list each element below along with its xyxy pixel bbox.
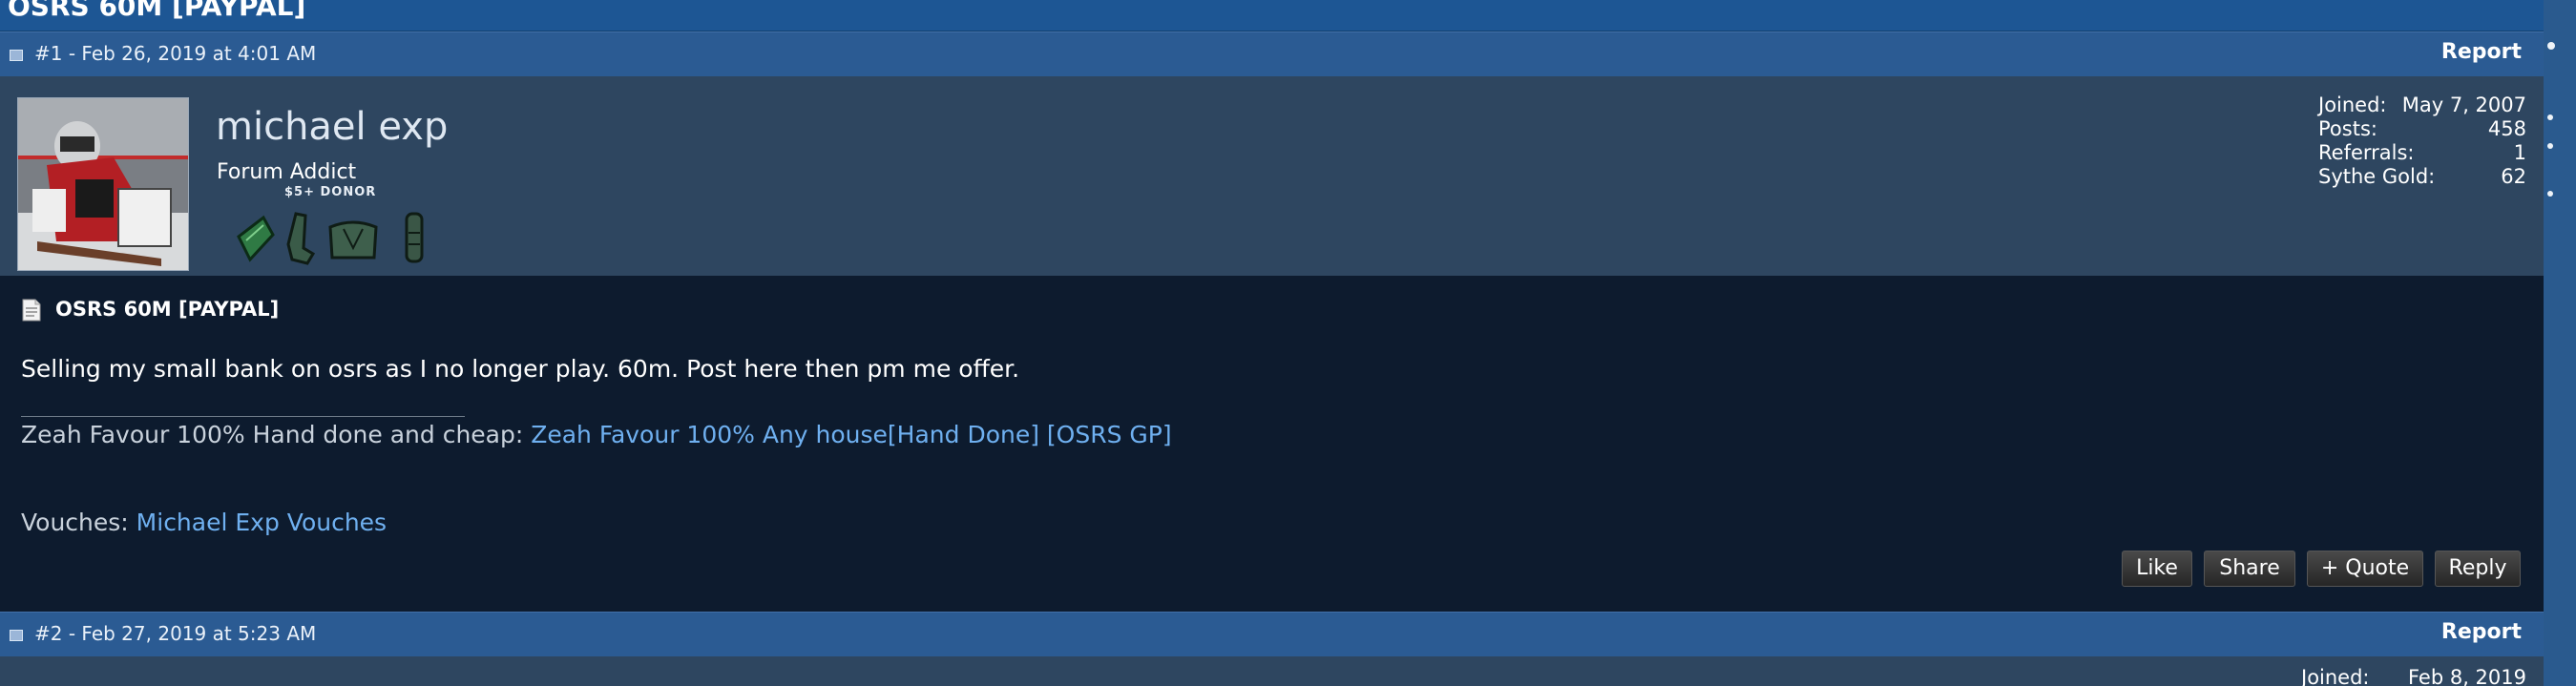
signature-link-zeah-favour[interactable]: Zeah Favour 100% Any house[Hand Done] [O… [531,421,1171,448]
stat-joined: Joined: Feb 8, 2019 [2301,666,2526,686]
stat-joined: Joined: May 7, 2007 [2318,94,2526,116]
user-info-panel: michael exp Forum Addict $5+ DONOR Joine… [0,76,2544,276]
signature-divider [21,416,465,417]
like-button[interactable]: Like [2122,551,2192,587]
user-stats: Joined: Feb 8, 2019 [2301,666,2526,686]
scroll-marker [2547,191,2553,197]
username[interactable]: michael exp [216,105,448,149]
post-actions: Like Share + Quote Reply [2122,551,2521,589]
report-link[interactable]: Report [2441,40,2522,64]
signature-line-1: Zeah Favour 100% Hand done and cheap: Ze… [21,421,1172,448]
thread-title-bar: OSRS 60M [PAYPAL] [0,0,2544,31]
thread-view: OSRS 60M [PAYPAL] #1 - Feb 26, 2019 at 4… [0,0,2544,686]
user-stats: Joined: May 7, 2007 Posts: 458 Referrals… [2318,94,2526,189]
signature-line-2: Vouches: Michael Exp Vouches [21,509,387,536]
stat-posts: Posts: 458 [2318,117,2526,140]
post-meta: #1 - Feb 26, 2019 at 4:01 AM [34,42,317,65]
donor-badge-icon [237,212,424,265]
reply-button[interactable]: Reply [2435,551,2521,587]
share-button[interactable]: Share [2204,551,2295,587]
post-header: #2 - Feb 27, 2019 at 5:23 AM Report [0,612,2544,657]
post-title-text: OSRS 60M [PAYPAL] [55,298,280,321]
scroll-marker [2547,42,2555,50]
user-title: Forum Addict [217,160,357,184]
thread-title: OSRS 60M [PAYPAL] [8,0,306,22]
post-body: OSRS 60M [PAYPAL] Selling my small bank … [0,276,2544,610]
avatar[interactable] [17,97,189,271]
post-text: Selling my small bank on osrs as I no lo… [21,355,1020,383]
user-info-panel: Joined: Feb 8, 2019 [0,656,2544,686]
donor-badge-label: $5+ DONOR [284,185,377,199]
post-icon [10,50,23,61]
report-link[interactable]: Report [2441,620,2522,644]
post-meta: #2 - Feb 27, 2019 at 5:23 AM [34,622,317,645]
stat-referrals: Referrals: 1 [2318,141,2526,164]
vouches-prefix: Vouches: [21,509,136,536]
stat-sythe-gold: Sythe Gold: 62 [2318,165,2526,188]
vouches-link[interactable]: Michael Exp Vouches [136,509,387,536]
signature-prefix: Zeah Favour 100% Hand done and cheap: [21,421,532,448]
scrollbar-strip[interactable] [2544,0,2576,686]
document-icon [22,299,41,322]
scroll-marker [2547,143,2553,149]
post-header: #1 - Feb 26, 2019 at 4:01 AM Report [0,31,2544,77]
post-icon [10,630,23,641]
avatar-image [18,98,188,270]
scroll-marker [2547,114,2553,120]
quote-button[interactable]: + Quote [2307,551,2423,587]
